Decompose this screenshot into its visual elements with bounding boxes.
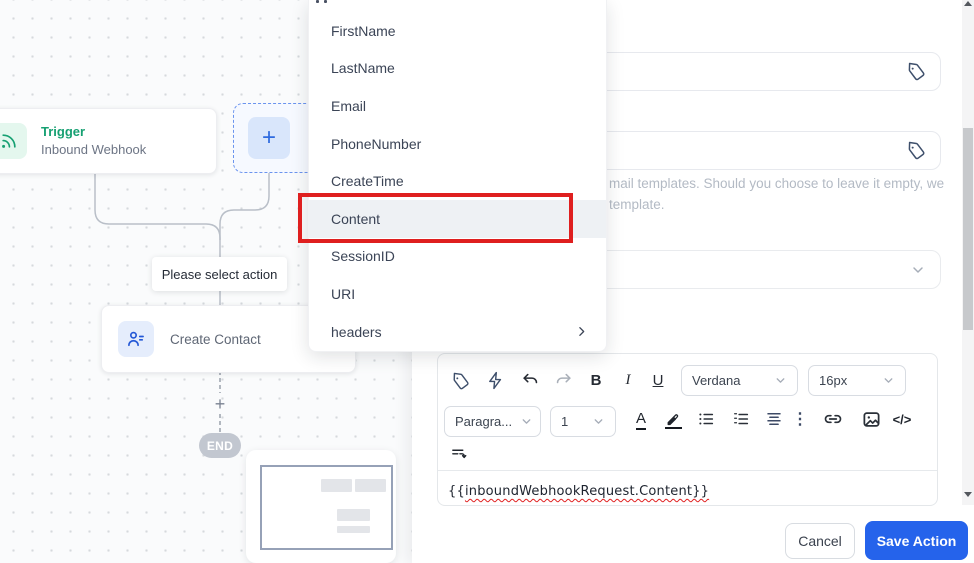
tag-icon[interactable] (906, 141, 926, 161)
contact-person-icon (118, 321, 154, 357)
helper-text: mail templates. Should you choose to lea… (609, 174, 969, 215)
ordered-list-icon[interactable] (729, 407, 753, 431)
plus-icon: + (248, 117, 290, 159)
chevron-down-icon (882, 374, 895, 387)
select-action-hint: Please select action (152, 257, 287, 291)
minimap-bar (321, 479, 352, 492)
scrollbar-down-arrow-icon[interactable] (964, 492, 972, 497)
underline-button[interactable]: U (646, 368, 670, 392)
create-contact-label: Create Contact (170, 331, 261, 347)
end-badge: END (199, 433, 241, 458)
helper-text-line1: mail templates. Should you choose to lea… (609, 176, 945, 191)
helper-text-line2: template. (609, 196, 665, 212)
paragraph-style-value: Paragra... (455, 414, 513, 429)
more-options-icon[interactable]: ⋮ (792, 406, 808, 432)
font-family-value: Verdana (692, 373, 741, 388)
merge-tag-icon[interactable] (448, 369, 472, 393)
line-height-value: 1 (561, 414, 569, 429)
dropdown-item-content[interactable]: Content (309, 199, 606, 238)
dropdown-item-sessionid[interactable]: SessionID (309, 238, 606, 276)
link-icon[interactable] (820, 407, 846, 431)
chevron-down-icon (910, 262, 926, 278)
chevron-right-icon (575, 325, 588, 338)
italic-button[interactable]: I (616, 368, 640, 392)
scrollbar-thumb[interactable] (963, 128, 973, 330)
minimap-viewport (260, 465, 393, 550)
dropdown-item-uri[interactable]: URI (309, 275, 606, 313)
trigger-node[interactable]: Trigger Inbound Webhook (0, 108, 217, 174)
text-direction-icon[interactable] (446, 443, 470, 465)
trigger-node-subtitle: Inbound Webhook (41, 142, 147, 157)
line-height-select[interactable]: 1 (550, 406, 616, 437)
cancel-button[interactable]: Cancel (785, 523, 855, 559)
font-family-select[interactable]: Verdana (681, 365, 798, 396)
minimap-bar (337, 526, 370, 533)
highlighter-icon (664, 411, 682, 429)
tag-icon[interactable] (906, 62, 926, 82)
paragraph-style-select[interactable]: Paragra... (444, 406, 541, 437)
add-step-plus-icon[interactable]: + (209, 394, 231, 414)
clipped-menu-item (316, 0, 346, 4)
dropdown-item-phonenumber[interactable]: PhoneNumber (309, 125, 606, 163)
chevron-down-icon (592, 415, 605, 428)
chevron-down-icon (774, 374, 787, 387)
editor-content-variable: inboundWebhookRequest.Content}} (464, 484, 710, 499)
workflow-builder-screen: Trigger Inbound Webhook + Add Please sel… (0, 0, 974, 563)
editor-content[interactable]: {{inboundWebhookRequest.Content}} (448, 484, 928, 499)
redo-icon[interactable] (551, 368, 575, 392)
lightning-icon[interactable] (483, 368, 507, 392)
rich-text-editor: B I U Verdana 16px Paragra... 1 A ⋮ </> … (437, 353, 938, 506)
editor-content-head: {{ (448, 484, 465, 499)
font-color-letter: A (635, 410, 646, 430)
chevron-down-icon (520, 415, 533, 428)
minimap-bar (337, 509, 370, 521)
align-icon[interactable] (762, 407, 786, 431)
minimap-bar (355, 479, 386, 492)
save-action-button[interactable]: Save Action (865, 521, 968, 560)
minimap-preview-card[interactable] (246, 450, 396, 563)
highlight-color-button[interactable] (660, 407, 686, 433)
webhook-field-dropdown: FirstName LastName Email PhoneNumber Cre… (308, 0, 607, 352)
code-view-icon[interactable]: </> (888, 407, 916, 431)
editor-toolbar: B I U Verdana 16px Paragra... 1 A ⋮ </> (438, 354, 937, 471)
font-color-button[interactable]: A (629, 407, 653, 433)
dropdown-item-headers[interactable]: headers (309, 313, 606, 351)
dropdown-item-email[interactable]: Email (309, 87, 606, 125)
dropdown-item-lastname[interactable]: LastName (309, 50, 606, 88)
bullet-list-icon[interactable] (694, 407, 718, 431)
bold-button[interactable]: B (584, 368, 608, 392)
font-size-value: 16px (819, 373, 848, 388)
image-icon[interactable] (859, 407, 883, 431)
trigger-node-title: Trigger (41, 124, 86, 139)
dropdown-item-createtime[interactable]: CreateTime (309, 162, 606, 200)
webhook-signal-icon (0, 123, 27, 159)
undo-icon[interactable] (518, 368, 542, 392)
font-size-select[interactable]: 16px (808, 365, 906, 396)
scrollbar-up-arrow-icon[interactable] (964, 1, 972, 6)
panel-scrollbar[interactable] (962, 0, 974, 505)
dropdown-item-firstname[interactable]: FirstName (309, 12, 606, 50)
